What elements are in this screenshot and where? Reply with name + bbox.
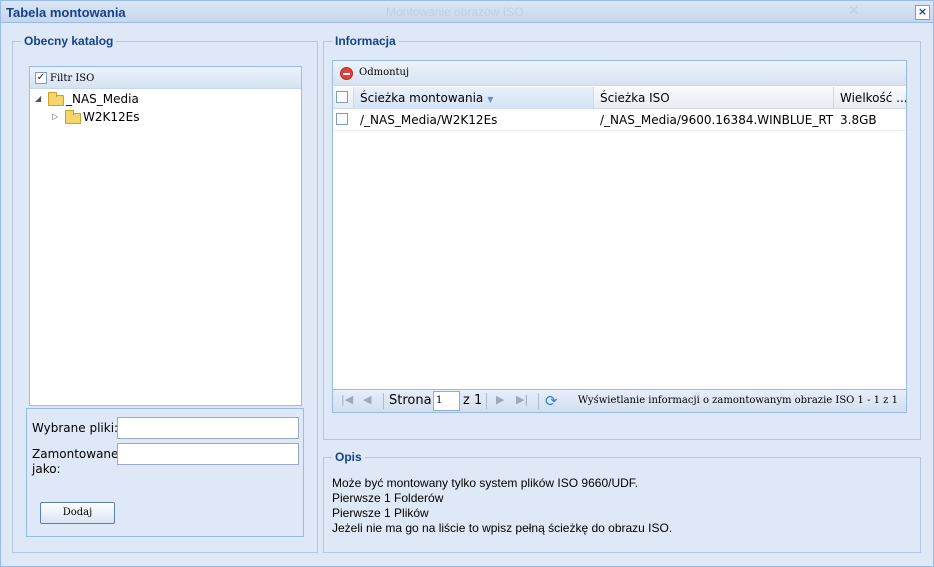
next-page-icon[interactable]: ▶ <box>496 393 504 406</box>
description-line: Pierwsze 1 Folderów <box>332 491 444 505</box>
close-button[interactable]: × <box>915 5 930 20</box>
tree-node-label: W2K12Es <box>83 110 140 124</box>
page-number-input[interactable]: 1 <box>433 391 460 411</box>
column-mount-path-label: Ścieżka montowania <box>360 91 484 105</box>
window-title: Tabela montowania <box>6 5 126 20</box>
unmount-label: Odmontuj <box>359 67 410 78</box>
page-total: z 1 <box>463 393 483 408</box>
page-label: Strona <box>389 393 432 408</box>
tree-node-nas-media[interactable]: ◢ _NAS_Media <box>30 90 301 108</box>
table-row[interactable]: /_NAS_Media/W2K12Es /_NAS_Media/9600.163… <box>333 109 906 131</box>
mounted-as-label: Zamontowane <box>32 447 119 461</box>
tree-node-label: _NAS_Media <box>66 92 139 106</box>
description-legend: Opis <box>335 450 362 464</box>
mount-table-window: Tabela montowania Montowanie obrazów ISO… <box>0 0 934 567</box>
prev-page-icon[interactable]: ◀ <box>363 393 371 406</box>
directory-tree: ✓ Filtr ISO ◢ _NAS_Media ▷ W2K12Es <box>29 66 302 406</box>
add-button[interactable]: Dodaj <box>40 502 115 524</box>
description-line: Pierwsze 1 Plików <box>332 506 429 520</box>
mounted-as-input[interactable] <box>117 443 299 465</box>
selected-files-input[interactable] <box>117 417 299 439</box>
current-dir-legend: Obecny katalog <box>24 34 114 48</box>
grid-toolbar: Odmontuj <box>333 61 906 86</box>
size-cell: 3.8GB <box>840 113 877 127</box>
background-window-title: Montowanie obrazów ISO <box>386 5 524 19</box>
iso-filter-checkbox[interactable]: ✓ <box>35 72 47 84</box>
description-line: Może być montowany tylko system plików I… <box>332 476 639 490</box>
select-all-checkbox[interactable] <box>336 91 348 103</box>
description-line: Jeżeli nie ma go na liście to wpisz pełn… <box>332 521 673 535</box>
column-iso-path[interactable]: Ścieżka ISO <box>594 87 834 109</box>
iso-filter-label: Filtr ISO <box>50 73 95 84</box>
unmount-icon <box>340 67 353 80</box>
last-page-icon[interactable]: ▶| <box>516 393 528 406</box>
sort-desc-icon: ▼ <box>487 95 494 104</box>
separator <box>538 393 539 409</box>
iso-path-cell: /_NAS_Media/9600.16384.WINBLUE_RTM.... <box>600 113 834 127</box>
collapsed-arrow-icon[interactable]: ▷ <box>52 112 58 121</box>
info-legend: Informacja <box>335 34 396 48</box>
column-size[interactable]: Wielkość ... <box>834 87 906 109</box>
row-checkbox[interactable] <box>336 113 348 125</box>
grid-header: Ścieżka montowania ▼ Ścieżka ISO Wielkość… <box>333 87 906 109</box>
tree-node-w2k12es[interactable]: ▷ W2K12Es <box>30 108 301 126</box>
unmount-button[interactable]: Odmontuj <box>333 61 423 86</box>
refresh-icon[interactable]: ⟳ <box>545 392 558 410</box>
separator <box>486 393 487 409</box>
selected-files-label: Wybrane pliki: <box>32 421 119 435</box>
column-mount-path[interactable]: Ścieżka montowania ▼ <box>354 87 594 109</box>
title-bar: Tabela montowania Montowanie obrazów ISO… <box>1 1 933 23</box>
mount-path-cell: /_NAS_Media/W2K12Es <box>360 113 498 127</box>
mounted-as-label-2: jako: <box>32 462 61 476</box>
folder-open-icon <box>48 92 64 106</box>
select-all-cell <box>333 87 354 109</box>
background-close-icon: ✕ <box>848 3 860 19</box>
first-page-icon[interactable]: |◀ <box>341 393 353 406</box>
tree-header: ✓ Filtr ISO <box>30 67 301 89</box>
mount-grid: Odmontuj Ścieżka montowania ▼ Ścieżka ISO… <box>332 60 907 413</box>
folder-icon <box>65 110 81 124</box>
paging-info: Wyświetlanie informacji o zamontowanym o… <box>577 395 898 406</box>
separator <box>383 393 384 409</box>
expanded-arrow-icon[interactable]: ◢ <box>35 94 41 103</box>
paging-toolbar: |◀ ◀ Strona 1 z 1 ▶ ▶| ⟳ Wyświetlanie in… <box>333 389 906 412</box>
